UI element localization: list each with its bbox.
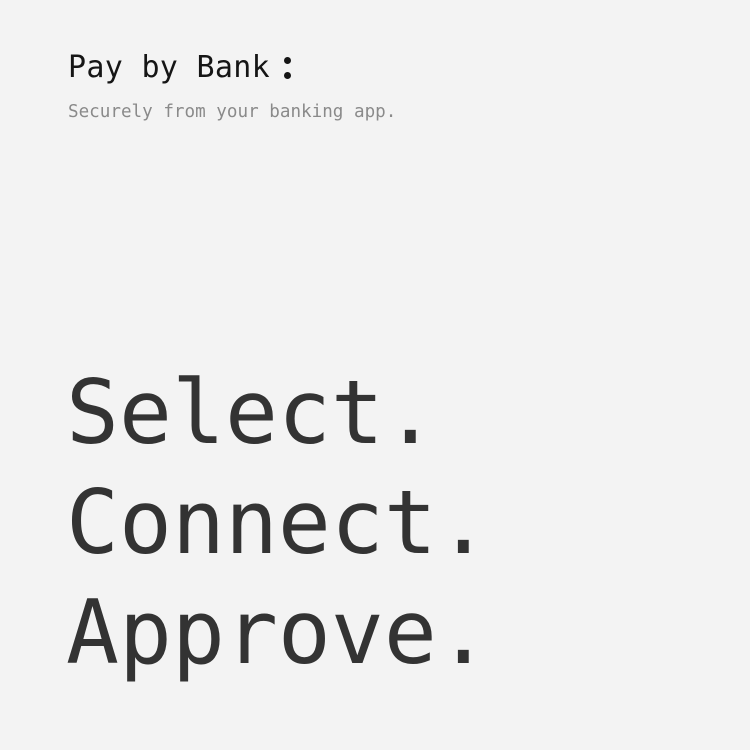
- brand-logo: Pay by Bank: [68, 46, 294, 90]
- page-subtitle: Securely from your banking app.: [68, 102, 397, 122]
- headline-line-connect: Connect.: [66, 471, 490, 574]
- brand-dot-top: [283, 57, 291, 64]
- two-dots-icon: [283, 53, 294, 83]
- brand-name: Pay by Bank: [68, 50, 270, 85]
- brand-dot-bottom: [283, 72, 291, 79]
- headline-line-approve: Approve.: [66, 581, 490, 684]
- headline-line-select: Select.: [66, 361, 437, 464]
- headline: Select. Connect. Approve.: [66, 358, 490, 688]
